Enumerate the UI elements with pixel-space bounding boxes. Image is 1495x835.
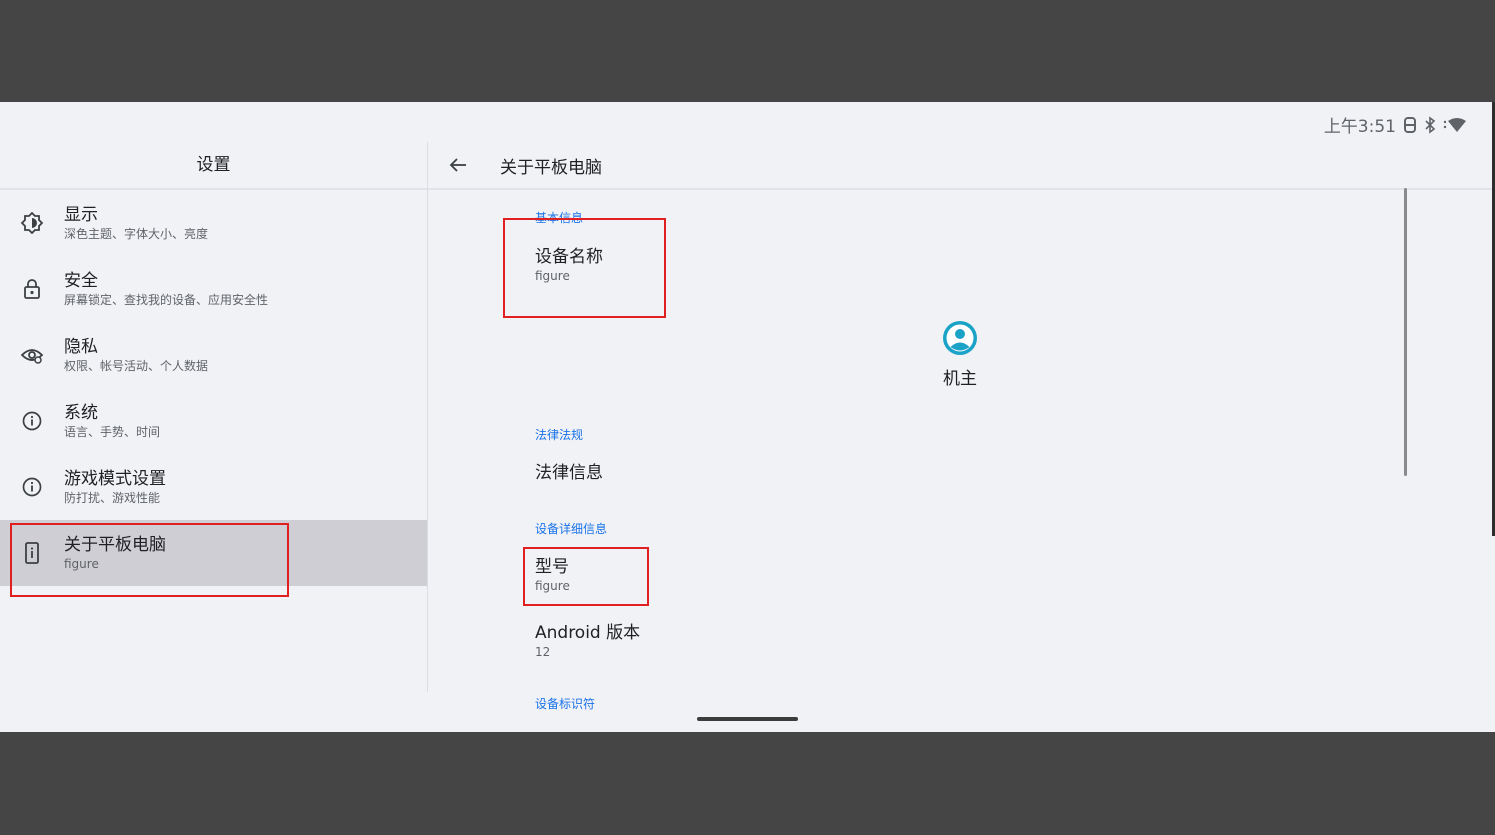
android-version-title: Android 版本 (535, 623, 641, 643)
nav-item-subtitle: 防打扰、游戏性能 (64, 491, 161, 505)
status-bar: 上午3:51 (1324, 112, 1467, 137)
nav-item-system[interactable]: 系统 语言、手势、时间 (0, 388, 427, 454)
nav-item-security[interactable]: 安全 屏幕锁定、查找我的设备、应用安全性 (0, 256, 427, 322)
model-title: 型号 (535, 557, 569, 577)
nav-item-subtitle: 语言、手势、时间 (64, 425, 161, 439)
android-version-value: 12 (535, 645, 551, 659)
arrow-back-icon (449, 158, 466, 172)
nav-item-title: 显示 (64, 205, 98, 225)
info-icon (0, 411, 64, 431)
section-device-identifiers: 设备标识符 (535, 697, 596, 711)
info-icon (0, 477, 64, 497)
nav-item-title: 游戏模式设置 (64, 469, 166, 489)
nav-item-subtitle: figure (64, 557, 99, 571)
model-item[interactable]: 型号 figure (535, 556, 570, 594)
nav-item-title: 隐私 (64, 337, 98, 357)
section-device-details: 设备详细信息 (535, 522, 608, 536)
nav-item-subtitle: 权限、帐号活动、个人数据 (64, 359, 209, 373)
section-legal: 法律法规 (535, 428, 584, 442)
display-icon (0, 212, 64, 234)
settings-nav-pane: 设置 显示 深色主题、字体大小、亮度 安全 屏幕锁定、查找我的设备、应用安全性 … (0, 142, 428, 692)
wifi-icon (1443, 116, 1467, 134)
nav-item-display[interactable]: 显示 深色主题、字体大小、亮度 (0, 190, 427, 256)
scrollbar[interactable] (1404, 188, 1407, 476)
nav-item-subtitle: 屏幕锁定、查找我的设备、应用安全性 (64, 293, 269, 307)
detail-pane: 关于平板电脑 基本信息 设备名称 figure 机主 法律法规 法律信息 设备详… (428, 142, 1495, 732)
nav-item-title: 系统 (64, 403, 98, 423)
tablet-screen: 上午3:51 设置 显示 深色主题、字体大小、亮度 安全 屏幕锁定、查找我的设备… (0, 102, 1495, 732)
owner-label: 机主 (943, 369, 977, 389)
gesture-nav-handle[interactable] (697, 717, 798, 721)
legal-info-title: 法律信息 (535, 463, 603, 483)
tablet-info-icon (0, 542, 64, 564)
page-title: 关于平板电脑 (500, 157, 602, 178)
nav-item-game-mode[interactable]: 游戏模式设置 防打扰、游戏性能 (0, 454, 427, 520)
legal-info-item[interactable]: 法律信息 (535, 462, 603, 484)
android-version-item[interactable]: Android 版本 12 (535, 622, 640, 660)
nav-item-subtitle: 深色主题、字体大小、亮度 (64, 227, 209, 241)
detail-header: 关于平板电脑 (428, 142, 1495, 190)
account-circle-icon (943, 321, 977, 355)
owner-profile[interactable]: 机主 (940, 320, 980, 389)
device-name-item[interactable]: 设备名称 figure (535, 246, 603, 284)
bluetooth-icon (1424, 115, 1436, 134)
nav-item-about-tablet[interactable]: 关于平板电脑 figure (0, 520, 427, 586)
privacy-eye-icon (0, 345, 64, 365)
device-name-title: 设备名称 (535, 247, 603, 267)
back-button[interactable] (428, 142, 488, 188)
data-saver-icon (1403, 116, 1417, 134)
device-name-value: figure (535, 269, 570, 283)
nav-item-title: 安全 (64, 271, 98, 291)
settings-title: 设置 (0, 142, 427, 190)
section-basic-info: 基本信息 (535, 211, 584, 225)
nav-item-privacy[interactable]: 隐私 权限、帐号活动、个人数据 (0, 322, 427, 388)
status-time: 上午3:51 (1323, 117, 1396, 137)
nav-item-title: 关于平板电脑 (64, 535, 166, 555)
model-value: figure (535, 579, 570, 593)
lock-icon (0, 278, 64, 300)
